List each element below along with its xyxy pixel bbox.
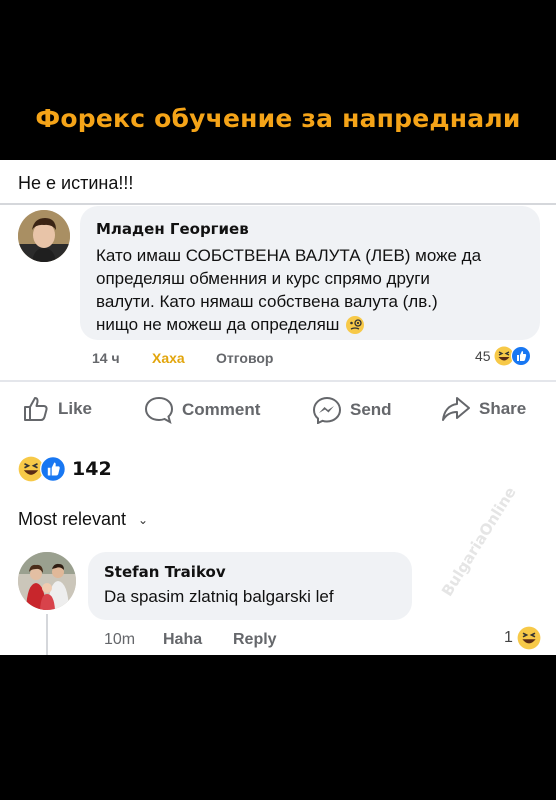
comment-author[interactable]: Младен Георгиев: [96, 220, 524, 238]
share-label: Share: [479, 399, 527, 418]
comment-line: нищо не можеш да определяш: [96, 315, 340, 334]
share-button[interactable]: Share: [441, 396, 526, 422]
send-button[interactable]: Send: [312, 396, 392, 424]
comment-timestamp: 10m: [104, 631, 136, 648]
reaction-count: 1: [504, 629, 513, 646]
post-reactions-summary[interactable]: 142: [18, 456, 112, 482]
monocle-face-icon: [345, 315, 365, 335]
comment-reactions[interactable]: 45: [475, 346, 531, 366]
reply-link[interactable]: Отговор: [216, 350, 273, 366]
haha-reaction-link[interactable]: Haha: [163, 631, 202, 649]
comment-text: Като имаш СОБСТВЕНА ВАЛУТА (ЛЕВ) може да…: [96, 244, 516, 336]
comment-line: Като имаш СОБСТВЕНА ВАЛУТА (ЛЕВ) може да: [96, 246, 482, 265]
divider: [0, 380, 556, 382]
divider: [0, 203, 556, 205]
comment-bubble: Stefan Traikov Da spasim zlatniq balgars…: [88, 552, 412, 620]
facebook-post-card: Не е истина!!! Младен Георгиев Като имаш…: [0, 160, 556, 655]
comment-line: валути. Като нямаш собствена валута (лв.…: [96, 292, 438, 311]
thread-line: [46, 614, 48, 655]
haha-reaction-link[interactable]: Хаха: [152, 350, 185, 366]
like-badge-icon: [510, 346, 531, 366]
like-label: Like: [58, 399, 93, 418]
comment-text: Da spasim zlatniq balgarski lef: [104, 587, 334, 606]
like-badge-icon: [40, 456, 66, 482]
reaction-count: 142: [72, 458, 112, 480]
sort-label: Most relevant: [18, 509, 127, 529]
avatar[interactable]: [18, 210, 70, 262]
comment-bubble: Младен Георгиев Като имаш СОБСТВЕНА ВАЛУ…: [80, 206, 540, 340]
comment-reactions[interactable]: 1: [504, 626, 541, 650]
comment-line: определяш обменния и курс спрямо други: [96, 269, 430, 288]
post-text: Не е истина!!!: [18, 173, 134, 193]
comment-button[interactable]: Comment: [144, 396, 260, 424]
share-arrow-icon: [442, 397, 470, 421]
chevron-down-icon: ⌄: [138, 512, 149, 527]
meme-title: Форекс обучение за напреднали: [35, 104, 521, 133]
watermark: BulgariaOnline: [438, 483, 520, 600]
comment-author[interactable]: Stefan Traikov: [104, 563, 396, 581]
reply-link[interactable]: Reply: [233, 631, 277, 649]
post-action-bar: Like Comment Send Share: [0, 396, 556, 424]
sort-dropdown[interactable]: Most relevant ⌄: [18, 509, 148, 530]
thumbs-up-icon: [24, 397, 48, 421]
avatar[interactable]: [18, 552, 76, 610]
comment-line-last: нищо не можеш да определяш: [96, 313, 516, 336]
comment-timestamp: 14 ч: [92, 350, 120, 366]
messenger-icon: [312, 396, 342, 424]
reaction-count: 45: [475, 348, 491, 364]
comment-bubble-icon: [144, 396, 174, 424]
comment-label: Comment: [182, 400, 261, 419]
haha-emoji-icon: [517, 626, 541, 650]
family-photo-icon: [18, 552, 76, 610]
like-button[interactable]: Like: [22, 396, 92, 422]
send-label: Send: [350, 400, 392, 419]
avatar-photo-icon: [18, 210, 70, 262]
